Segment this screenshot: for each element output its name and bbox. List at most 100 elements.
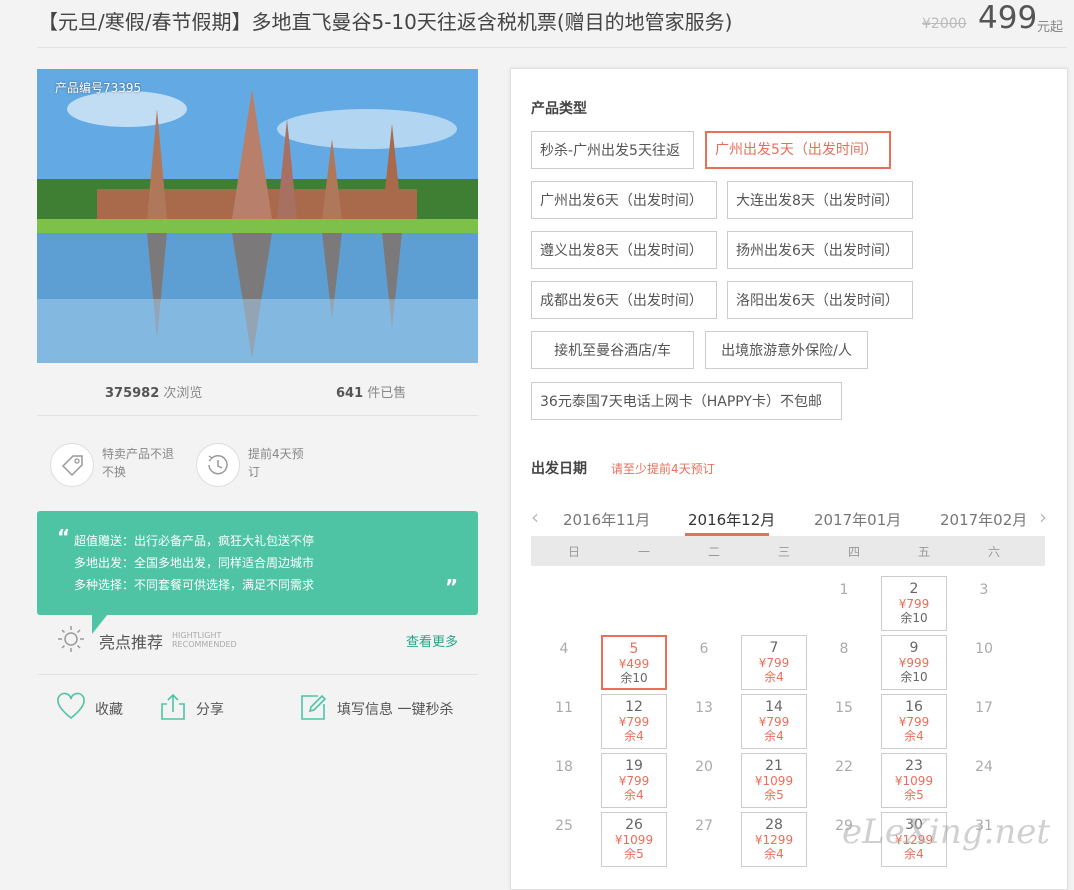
fill-info-button[interactable]: 填写信息 一键秒杀 — [298, 692, 453, 726]
calendar-day[interactable]: 9 ¥999 余10 — [881, 635, 947, 690]
highlight-bubble: “ 超值赠送：出行必备产品，疯狂大礼包送不停 多地出发：全国多地出发，同样适合周… — [37, 511, 478, 615]
highlight-title-en-1: HIGHTLIGHT — [172, 631, 222, 640]
product-option[interactable]: 广州出发6天（出发时间） — [531, 181, 717, 219]
calendar-day: 20 — [671, 753, 737, 808]
weekday-label: 二 — [707, 545, 720, 559]
product-code: 产品编号73395 — [55, 81, 142, 95]
day-price: ¥499 — [618, 657, 650, 671]
header: 【元旦/寒假/春节假期】多地直飞曼谷5-10天往返含税机票(赠目的地管家服务) … — [0, 0, 1074, 48]
day-number: 18 — [555, 759, 573, 775]
weekday-label: 五 — [917, 545, 930, 559]
original-price: ¥2000 — [922, 16, 967, 32]
prev-month-arrow-icon[interactable]: ‹ — [531, 505, 539, 529]
calendar-day: 3 — [951, 576, 1017, 631]
calendar-day[interactable]: 7 ¥799 余4 — [741, 635, 807, 690]
tag-icon — [50, 443, 94, 487]
calendar-day-selected[interactable]: 5 ¥499 余10 — [601, 635, 667, 690]
day-remaining: 余5 — [624, 847, 644, 861]
day-price: ¥799 — [618, 715, 650, 729]
product-option-selected[interactable]: 广州出发5天（出发时间） — [705, 131, 891, 169]
day-number: 23 — [905, 758, 923, 774]
day-price: ¥799 — [898, 597, 930, 611]
day-remaining: 余10 — [620, 671, 648, 685]
month-tab-active[interactable]: 2016年12月 — [688, 509, 775, 530]
calendar-day: 22 — [811, 753, 877, 808]
day-number: 9 — [909, 640, 919, 656]
favorite-label: 收藏 — [95, 702, 123, 718]
share-label: 分享 — [196, 702, 224, 718]
feature-text: 特卖产品不退不换 — [102, 447, 175, 479]
highlight-line: 多地出发：全国多地出发，同样适合周边城市 — [74, 556, 315, 570]
calendar-day[interactable]: 28 ¥1299 余4 — [741, 812, 807, 867]
calendar-day[interactable]: 26 ¥1099 余5 — [601, 812, 667, 867]
day-number: 14 — [765, 699, 783, 715]
share-button[interactable]: 分享 — [158, 692, 224, 726]
day-price: ¥799 — [898, 715, 930, 729]
calendar-day: 6 — [671, 635, 737, 690]
month-tab[interactable]: 2016年11月 — [563, 509, 650, 530]
favorite-button[interactable]: 收藏 — [56, 692, 123, 726]
day-number: 16 — [905, 699, 923, 715]
sold-count-label: 件已售 — [367, 386, 407, 401]
day-price: ¥799 — [758, 656, 790, 670]
day-number: 4 — [559, 641, 569, 657]
temple-illustration — [37, 69, 478, 363]
calendar-day[interactable]: 23 ¥1099 余5 — [881, 753, 947, 808]
day-remaining: 余10 — [900, 670, 928, 684]
day-number: 13 — [695, 700, 713, 716]
product-option[interactable]: 扬州出发6天（出发时间） — [727, 231, 913, 269]
day-number: 27 — [695, 818, 713, 834]
watermark-logo: eLeXing.net — [842, 812, 1051, 852]
product-option[interactable]: 秒杀-广州出发5天往返 — [531, 131, 694, 169]
highlight-title-en-2: RECOMMENDED — [172, 640, 237, 649]
clock-icon — [196, 443, 240, 487]
product-option[interactable]: 成都出发6天（出发时间） — [531, 281, 717, 319]
next-month-arrow-icon[interactable]: › — [1039, 505, 1047, 529]
view-more-link[interactable]: 查看更多 — [406, 631, 458, 650]
view-count-label: 次浏览 — [163, 386, 203, 401]
calendar-day: 4 — [531, 635, 597, 690]
product-option[interactable]: 遵义出发8天（出发时间） — [531, 231, 717, 269]
booking-panel: 产品类型 秒杀-广州出发5天往返 广州出发5天（出发时间） 广州出发6天（出发时… — [510, 68, 1068, 890]
calendar-day: 10 — [951, 635, 1017, 690]
feature-text: 提前4天预订 — [248, 447, 304, 479]
day-number: 8 — [839, 641, 849, 657]
calendar-day[interactable]: 14 ¥799 余4 — [741, 694, 807, 749]
day-number: 21 — [765, 758, 783, 774]
calendar-day[interactable]: 12 ¥799 余4 — [601, 694, 667, 749]
calendar-day[interactable]: 19 ¥799 余4 — [601, 753, 667, 808]
product-option[interactable]: 36元泰国7天电话上网卡（HAPPY卡）不包邮 — [531, 382, 842, 420]
day-number: 6 — [699, 641, 709, 657]
calendar-day: 24 — [951, 753, 1017, 808]
share-icon — [161, 693, 185, 720]
calendar-day[interactable]: 16 ¥799 余4 — [881, 694, 947, 749]
product-option[interactable]: 大连出发8天（出发时间） — [727, 181, 913, 219]
day-remaining: 余4 — [764, 847, 784, 861]
weekday-label: 一 — [637, 545, 650, 559]
sun-icon — [58, 626, 84, 652]
day-remaining: 余4 — [624, 788, 644, 802]
calendar-day[interactable]: 21 ¥1099 余5 — [741, 753, 807, 808]
month-navigator: ‹ 2016年11月 2016年12月 2017年01月 2017年02月 › — [531, 505, 1051, 539]
highlight-header: 亮点推荐 HIGHTLIGHT RECOMMENDED — [56, 624, 237, 658]
calendar-day[interactable]: 2 ¥799 余10 — [881, 576, 947, 631]
month-tab[interactable]: 2017年02月 — [940, 509, 1027, 530]
weekday-label: 六 — [987, 545, 1000, 559]
day-number: 19 — [625, 758, 643, 774]
product-option[interactable]: 出境旅游意外保险/人 — [705, 331, 868, 369]
day-number: 15 — [835, 700, 853, 716]
day-remaining: 余4 — [904, 729, 924, 743]
weekday-label: 日 — [567, 545, 580, 559]
day-price: ¥799 — [618, 774, 650, 788]
day-number: 26 — [625, 817, 643, 833]
product-type-label: 产品类型 — [531, 101, 587, 117]
day-remaining: 余4 — [764, 729, 784, 743]
product-option[interactable]: 洛阳出发6天（出发时间） — [727, 281, 913, 319]
product-option[interactable]: 接机至曼谷酒店/车 — [531, 331, 694, 369]
day-remaining: 余5 — [764, 788, 784, 802]
calendar-day: 18 — [531, 753, 597, 808]
month-tab[interactable]: 2017年01月 — [814, 509, 901, 530]
calendar-day: 15 — [811, 694, 877, 749]
day-number: 10 — [975, 641, 993, 657]
day-number: 25 — [555, 818, 573, 834]
